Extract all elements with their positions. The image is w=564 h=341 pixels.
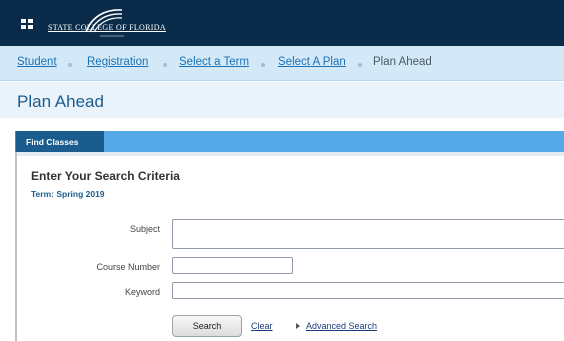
breadcrumb-separator <box>163 63 167 67</box>
breadcrumb-select-a-term[interactable]: Select a Term <box>179 56 249 68</box>
keyword-label: Keyword <box>124 287 160 297</box>
page-title: Plan Ahead <box>17 92 104 111</box>
search-criteria-panel: Enter Your Search Criteria Term: Spring … <box>15 152 564 341</box>
expand-arrow-icon <box>296 323 300 329</box>
search-button[interactable]: Search <box>172 315 242 337</box>
breadcrumb-student[interactable]: Student <box>17 56 57 68</box>
tab-find-classes[interactable]: Find Classes <box>16 131 104 152</box>
page-title-bar: Plan Ahead <box>0 82 564 118</box>
breadcrumb-separator <box>68 63 72 67</box>
term-label: Term: Spring 2019 <box>31 189 105 199</box>
top-header-bar: STATE COLLEGE OF FLORIDA <box>0 0 564 46</box>
subject-label: Subject <box>129 224 160 234</box>
clear-link[interactable]: Clear <box>251 321 273 331</box>
breadcrumb-separator <box>358 63 362 67</box>
breadcrumb: Student Registration Select a Term Selec… <box>0 46 564 81</box>
breadcrumb-separator <box>261 63 265 67</box>
college-logo-text: STATE COLLEGE OF FLORIDA <box>48 23 166 32</box>
course-number-input[interactable] <box>172 257 293 274</box>
search-criteria-title: Enter Your Search Criteria <box>31 169 180 183</box>
advanced-search-link[interactable]: Advanced Search <box>306 321 377 331</box>
breadcrumb-select-a-plan[interactable]: Select A Plan <box>278 56 346 68</box>
breadcrumb-plan-ahead: Plan Ahead <box>373 56 432 68</box>
college-logo[interactable]: STATE COLLEGE OF FLORIDA <box>48 6 176 40</box>
subject-input[interactable] <box>172 219 564 249</box>
grid-menu-icon[interactable] <box>21 19 33 29</box>
breadcrumb-registration[interactable]: Registration <box>87 56 148 68</box>
tab-bar: Find Classes <box>15 131 564 156</box>
tab-find-classes-label: Find Classes <box>26 137 79 147</box>
panel-divider <box>17 152 564 156</box>
keyword-input[interactable] <box>172 282 564 299</box>
course-number-label: Course Number <box>96 262 160 272</box>
